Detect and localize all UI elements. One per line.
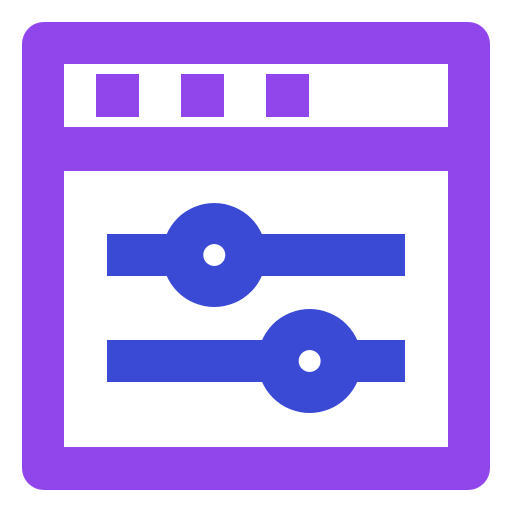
window-dot bbox=[266, 74, 309, 117]
browser-settings-sliders-icon bbox=[22, 22, 490, 490]
window-dot bbox=[96, 74, 139, 117]
title-bar-dots bbox=[96, 74, 309, 117]
slider-knob-center bbox=[298, 350, 321, 372]
slider-knob-center bbox=[203, 244, 226, 266]
browser-settings-icon bbox=[0, 0, 512, 512]
content-area bbox=[64, 171, 448, 447]
window-dot bbox=[181, 74, 224, 117]
